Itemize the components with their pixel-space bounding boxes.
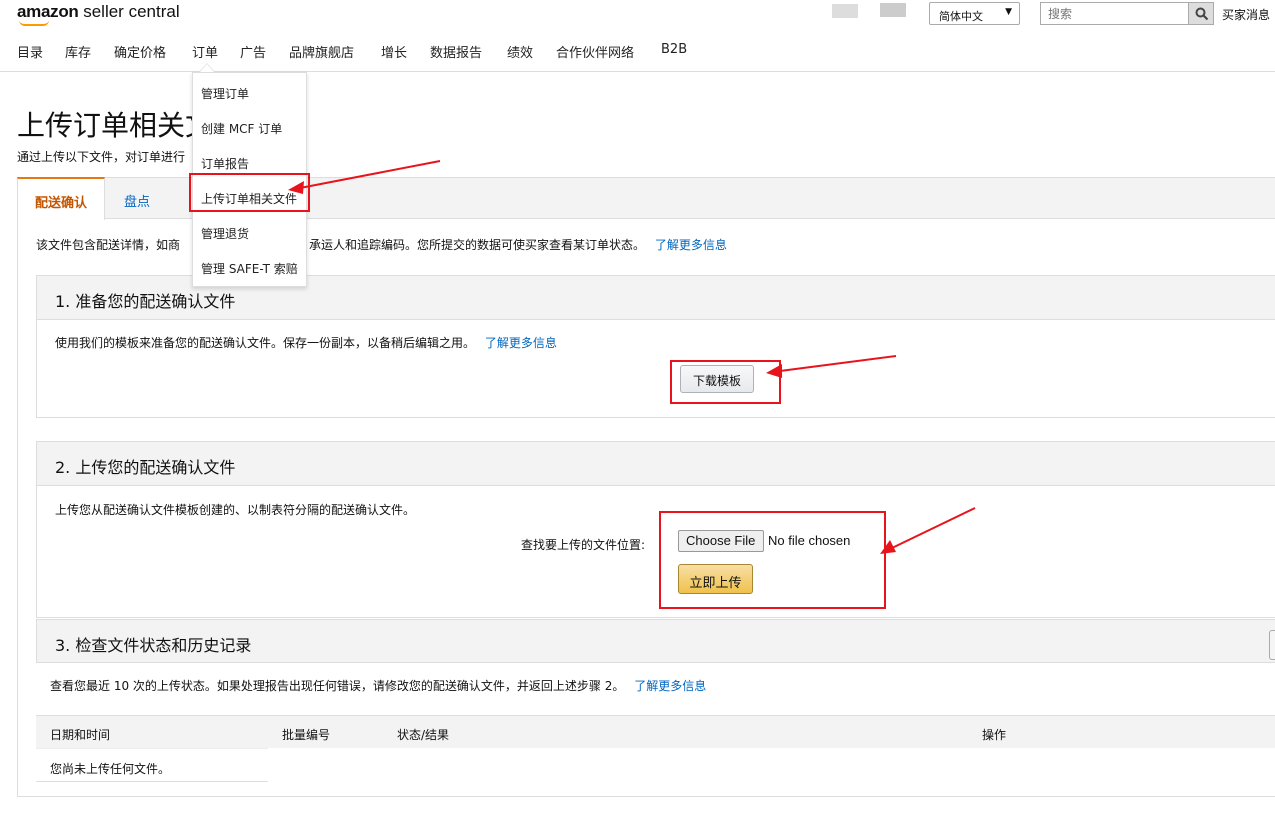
tab-shipping-confirmation[interactable]: 配送确认 — [17, 177, 105, 220]
page-title: 上传订单相关文件 — [17, 109, 192, 142]
learn-more-link[interactable]: 了解更多信息 — [485, 336, 557, 350]
description-pre: 该文件包含配送详情，如商 — [36, 238, 181, 252]
content-border — [17, 219, 18, 797]
nav-item-stores[interactable]: 品牌旗舰店 — [289, 42, 354, 61]
nav-item-catalog[interactable]: 目录 — [17, 42, 43, 61]
language-select-value: 简体中文 — [939, 10, 983, 23]
search-input[interactable] — [1040, 2, 1188, 25]
nav-item-performance[interactable]: 绩效 — [507, 42, 533, 61]
buyer-messages-link[interactable]: 买家消息 | — [1222, 6, 1275, 23]
section-text: 查看您最近 10 次的上传状态。如果处理报告出现任何错误，请修改您的配送确认文件… — [50, 677, 706, 694]
annotation-box-upload — [659, 511, 886, 609]
section-prepare-file: 1. 准备您的配送确认文件 使用我们的模板来准备您的配送确认文件。保存一份副本，… — [36, 275, 1275, 418]
content-bottom-border — [17, 796, 1275, 797]
tab-description: 该文件包含配送详情，如商 — [36, 236, 180, 253]
table-row: 您尚未上传任何文件。 — [36, 748, 268, 782]
nav-item-inventory[interactable]: 库存 — [65, 42, 91, 61]
nav-item-partner-network[interactable]: 合作伙伴网络 — [556, 42, 634, 61]
nav-item-reports[interactable]: 数据报告 — [430, 42, 482, 61]
column-header-batch-id: 批量编号 — [282, 728, 331, 742]
menu-item-manage-orders[interactable]: 管理订单 — [201, 85, 249, 102]
column-header-actions: 操作 — [982, 728, 1007, 742]
blurred-placeholder — [832, 4, 858, 18]
amazon-seller-central-logo[interactable]: amazon seller central — [17, 2, 180, 22]
nav-item-orders[interactable]: 订单 — [192, 42, 218, 61]
chevron-down-icon: ▼ — [1005, 7, 1012, 17]
tab-inventory[interactable]: 盘点 — [124, 178, 150, 220]
column-header-status: 状态/结果 — [397, 728, 450, 742]
section-text: 上传您从配送确认文件模板创建的、以制表符分隔的配送确认文件。 — [55, 503, 416, 517]
section-text-body: 查看您最近 10 次的上传状态。如果处理报告出现任何错误，请修改您的配送确认文件… — [50, 679, 625, 693]
empty-table-message: 您尚未上传任何文件。 — [50, 762, 171, 776]
learn-more-link[interactable]: 了解更多信息 — [655, 238, 727, 252]
section-text: 使用我们的模板来准备您的配送确认文件。保存一份副本，以备稍后编辑之用。 了解更多… — [55, 334, 557, 351]
nav-item-pricing[interactable]: 确定价格 — [114, 42, 166, 61]
menu-item-safe-t-claims[interactable]: 管理 SAFE-T 索赔 — [201, 260, 298, 277]
description-post: 承运人和追踪编码。您所提交的数据可使买家查看某订单状态。 了解更多信息 — [309, 236, 727, 253]
page-subtitle: 通过上传以下文件，对订单进行 — [17, 150, 186, 164]
nav-item-b2b[interactable]: B2B — [661, 42, 687, 57]
menu-item-order-reports[interactable]: 订单报告 — [201, 155, 249, 172]
top-header: amazon seller central 简体中文 ▼ 买家消息 | 目录 库… — [0, 0, 1275, 72]
file-location-label: 查找要上传的文件位置: — [521, 538, 646, 552]
section-upload-file: 2. 上传您的配送确认文件 上传您从配送确认文件模板创建的、以制表符分隔的配送确… — [36, 441, 1275, 618]
blurred-placeholder — [880, 3, 906, 17]
description-post-text: 承运人和追踪编码。您所提交的数据可使买家查看某订单状态。 — [309, 238, 646, 252]
search-button[interactable] — [1188, 2, 1214, 25]
section-title: 3. 检查文件状态和历史记录 — [36, 619, 1275, 663]
nav-item-growth[interactable]: 增长 — [381, 42, 407, 61]
language-select[interactable]: 简体中文 ▼ — [929, 2, 1020, 25]
history-table-header: 日期和时间 批量编号 状态/结果 操作 — [36, 715, 1275, 748]
search-icon — [1195, 7, 1209, 21]
menu-item-create-mcf-order[interactable]: 创建 MCF 订单 — [201, 120, 282, 137]
column-header-datetime: 日期和时间 — [50, 728, 111, 742]
right-edge-button[interactable] — [1269, 630, 1275, 660]
annotation-box-download — [670, 360, 781, 404]
dropdown-caret — [200, 64, 214, 72]
section-text-body: 使用我们的模板来准备您的配送确认文件。保存一份副本，以备稍后编辑之用。 — [55, 336, 476, 350]
section-title: 2. 上传您的配送确认文件 — [37, 442, 1275, 486]
logo-bold: amazon — [17, 2, 79, 21]
amazon-smile-icon — [19, 20, 49, 26]
annotation-box-menu — [189, 173, 310, 212]
menu-item-manage-returns[interactable]: 管理退货 — [201, 225, 249, 242]
learn-more-link[interactable]: 了解更多信息 — [634, 679, 706, 693]
logo-light: seller central — [78, 2, 180, 21]
nav-item-advertising[interactable]: 广告 — [240, 42, 266, 61]
